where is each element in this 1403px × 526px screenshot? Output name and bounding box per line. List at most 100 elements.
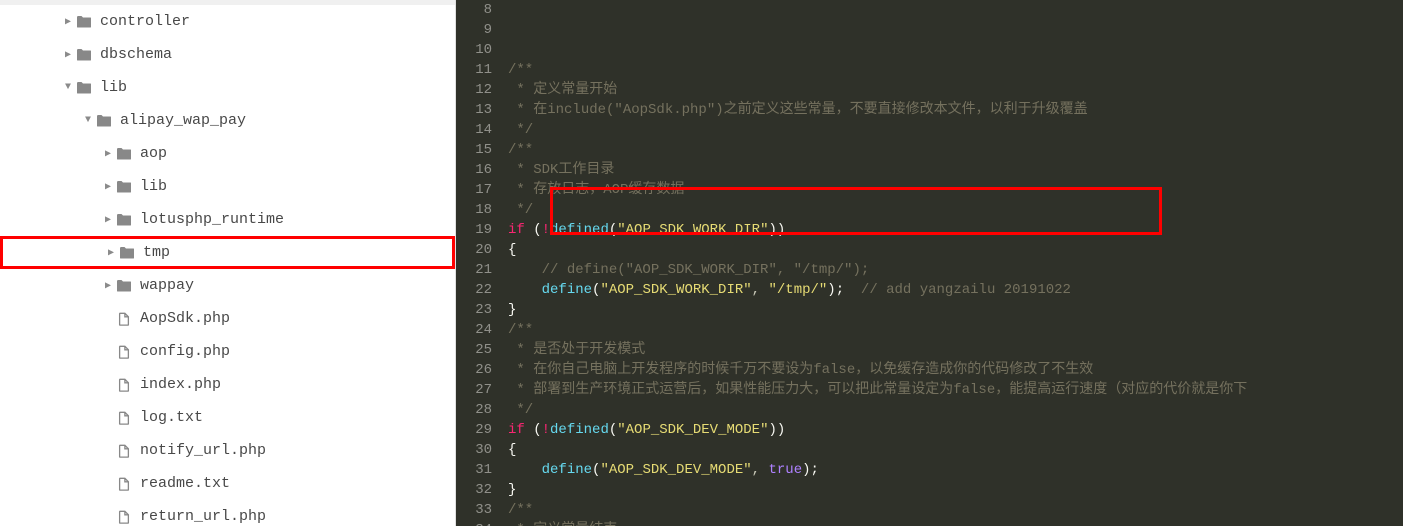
line-gutter: 8910111213141516171819202122232425262728…: [456, 0, 502, 526]
line-number: 28: [456, 400, 492, 420]
line-number: 16: [456, 160, 492, 180]
chevron-down-icon[interactable]: ▼: [60, 82, 76, 93]
code-line[interactable]: if (!defined("AOP_SDK_WORK_DIR")): [508, 220, 1403, 240]
tree-item-alipay_wap_pay[interactable]: ▼ alipay_wap_pay: [0, 104, 455, 137]
folder-icon: [76, 80, 92, 96]
code-line[interactable]: /**: [508, 60, 1403, 80]
folder-icon: [96, 113, 112, 129]
code-line[interactable]: * 是否处于开发模式: [508, 340, 1403, 360]
code-line[interactable]: if (!defined("AOP_SDK_DEV_MODE")): [508, 420, 1403, 440]
tree-label: dbschema: [100, 46, 455, 63]
tree-item-lib[interactable]: ▶ lib: [0, 170, 455, 203]
tree-label: index.php: [140, 376, 455, 393]
folder-icon: [116, 278, 132, 294]
folder-icon: [76, 47, 92, 63]
file-icon: [116, 476, 132, 492]
folder-icon: [119, 245, 135, 261]
code-line[interactable]: /**: [508, 320, 1403, 340]
file-icon: [116, 509, 132, 525]
tree-item-lib[interactable]: ▼ lib: [0, 71, 455, 104]
tree-item-controller[interactable]: ▶ controller: [0, 5, 455, 38]
file-icon: [116, 443, 132, 459]
tree-label: lib: [140, 178, 455, 195]
line-number: 10: [456, 40, 492, 60]
line-number: 25: [456, 340, 492, 360]
tree-item-notify_url.php[interactable]: notify_url.php: [0, 434, 455, 467]
code-area[interactable]: /** * 定义常量开始 * 在include("AopSdk.php")之前定…: [502, 0, 1403, 526]
code-line[interactable]: * 定义常量开始: [508, 80, 1403, 100]
file-icon: [116, 377, 132, 393]
line-number: 20: [456, 240, 492, 260]
code-line[interactable]: * 部署到生产环境正式运营后，如果性能压力大，可以把此常量设定为false，能提…: [508, 380, 1403, 400]
code-line[interactable]: */: [508, 400, 1403, 420]
tree-label: tmp: [143, 244, 452, 261]
tree-item-tmp[interactable]: ▶ tmp: [0, 236, 455, 269]
chevron-right-icon[interactable]: ▶: [60, 16, 76, 28]
code-line[interactable]: {: [508, 440, 1403, 460]
folder-icon: [116, 146, 132, 162]
line-number: 9: [456, 20, 492, 40]
tree-label: controller: [100, 13, 455, 30]
code-line[interactable]: /**: [508, 140, 1403, 160]
tree-label: lotusphp_runtime: [140, 211, 455, 228]
line-number: 32: [456, 480, 492, 500]
tree-item-index.php[interactable]: index.php: [0, 368, 455, 401]
code-line[interactable]: }: [508, 300, 1403, 320]
code-line[interactable]: */: [508, 200, 1403, 220]
folder-icon: [116, 179, 132, 195]
chevron-right-icon[interactable]: ▶: [100, 148, 116, 160]
line-number: 21: [456, 260, 492, 280]
code-line[interactable]: define("AOP_SDK_DEV_MODE", true);: [508, 460, 1403, 480]
code-line[interactable]: {: [508, 240, 1403, 260]
tree-label: aop: [140, 145, 455, 162]
line-number: 11: [456, 60, 492, 80]
line-number: 8: [456, 0, 492, 20]
chevron-right-icon[interactable]: ▶: [100, 280, 116, 292]
line-number: 15: [456, 140, 492, 160]
tree-item-AopSdk.php[interactable]: AopSdk.php: [0, 302, 455, 335]
tree-item-aop[interactable]: ▶ aop: [0, 137, 455, 170]
tree-item-log.txt[interactable]: log.txt: [0, 401, 455, 434]
tree-label: log.txt: [140, 409, 455, 426]
tree-item-readme.txt[interactable]: readme.txt: [0, 467, 455, 500]
tree-item-return_url.php[interactable]: return_url.php: [0, 500, 455, 526]
line-number: 34: [456, 520, 492, 526]
code-line[interactable]: define("AOP_SDK_WORK_DIR", "/tmp/"); // …: [508, 280, 1403, 300]
code-line[interactable]: /**: [508, 500, 1403, 520]
code-line[interactable]: * SDK工作目录: [508, 160, 1403, 180]
chevron-right-icon[interactable]: ▶: [100, 214, 116, 226]
code-line[interactable]: * 定义常量结束: [508, 520, 1403, 526]
tree-item-dbschema[interactable]: ▶ dbschema: [0, 38, 455, 71]
code-line[interactable]: */: [508, 120, 1403, 140]
code-line[interactable]: * 在你自己电脑上开发程序的时候千万不要设为false，以免缓存造成你的代码修改…: [508, 360, 1403, 380]
tree-label: return_url.php: [140, 508, 455, 525]
tree-item-config.php[interactable]: config.php: [0, 335, 455, 368]
tree-item-lotusphp_runtime[interactable]: ▶ lotusphp_runtime: [0, 203, 455, 236]
tree-label: notify_url.php: [140, 442, 455, 459]
line-number: 22: [456, 280, 492, 300]
tree-label: wappay: [140, 277, 455, 294]
code-editor[interactable]: 8910111213141516171819202122232425262728…: [456, 0, 1403, 526]
chevron-right-icon[interactable]: ▶: [60, 49, 76, 61]
tree-label: alipay_wap_pay: [120, 112, 455, 129]
line-number: 12: [456, 80, 492, 100]
code-line[interactable]: * 存放日志，AOP缓存数据: [508, 180, 1403, 200]
line-number: 14: [456, 120, 492, 140]
tree-label: lib: [100, 79, 455, 96]
tree-label: config.php: [140, 343, 455, 360]
chevron-down-icon[interactable]: ▼: [80, 115, 96, 126]
tree-label: AopSdk.php: [140, 310, 455, 327]
code-line[interactable]: * 在include("AopSdk.php")之前定义这些常量，不要直接修改本…: [508, 100, 1403, 120]
line-number: 23: [456, 300, 492, 320]
line-number: 33: [456, 500, 492, 520]
folder-icon: [76, 14, 92, 30]
code-line[interactable]: // define("AOP_SDK_WORK_DIR", "/tmp/");: [508, 260, 1403, 280]
line-number: 29: [456, 420, 492, 440]
chevron-right-icon[interactable]: ▶: [103, 247, 119, 259]
line-number: 17: [456, 180, 492, 200]
line-number: 27: [456, 380, 492, 400]
line-number: 24: [456, 320, 492, 340]
code-line[interactable]: }: [508, 480, 1403, 500]
chevron-right-icon[interactable]: ▶: [100, 181, 116, 193]
tree-item-wappay[interactable]: ▶ wappay: [0, 269, 455, 302]
